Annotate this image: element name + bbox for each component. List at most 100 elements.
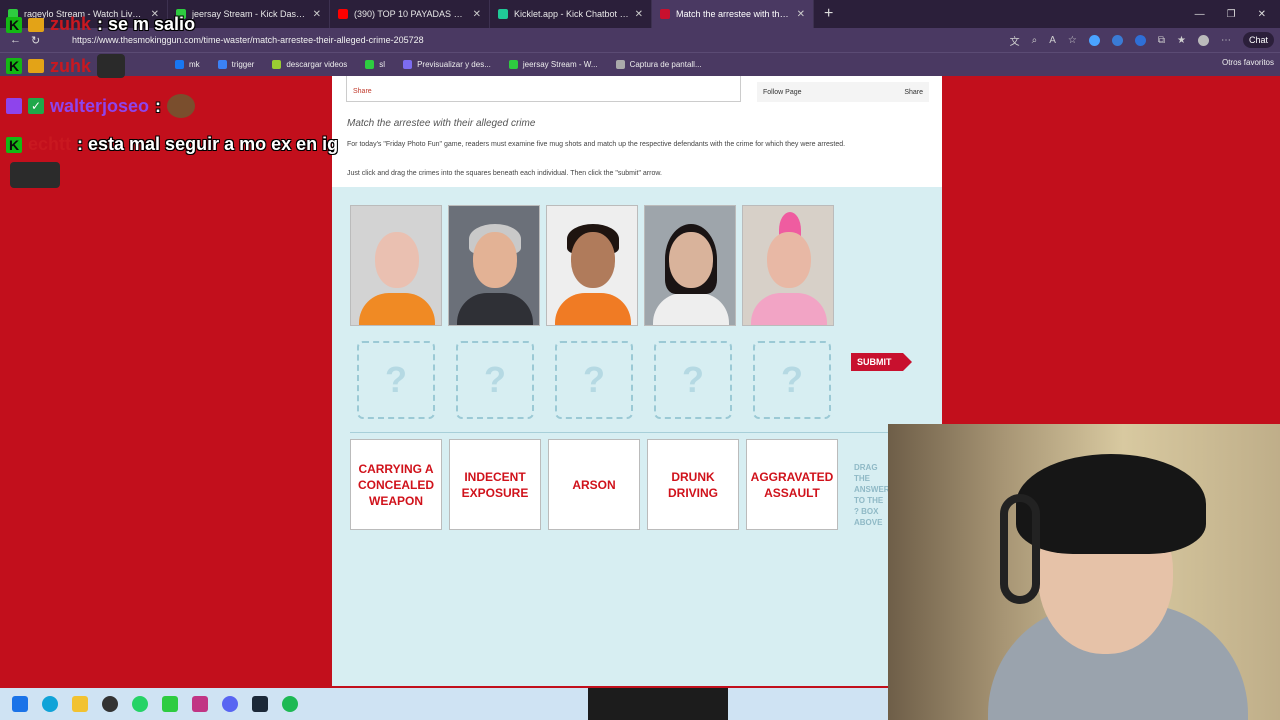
more-menu-icon[interactable]: ⋯ [1221, 35, 1231, 46]
chat-message-2: K zuhk [6, 54, 126, 78]
answer-dropbox-4[interactable]: ? [654, 341, 732, 419]
kick-icon[interactable] [162, 696, 178, 712]
maximize-icon[interactable]: ❐ [1227, 9, 1236, 20]
minimize-icon[interactable]: — [1195, 9, 1205, 20]
bookmark-previsualizar[interactable]: Previsualizar y des... [403, 60, 491, 69]
bookmark-mk[interactable]: mk [175, 60, 200, 69]
mugshot-4 [644, 205, 736, 326]
app-icon[interactable] [192, 696, 208, 712]
bookmark-label: Captura de pantall... [629, 60, 702, 69]
chat-message-1: K zuhk : se m salio [6, 14, 195, 35]
chat-username: zuhk [50, 14, 92, 34]
bookmark-sl[interactable]: sl [365, 60, 385, 69]
bookmark-jeersay-stream[interactable]: jeersay Stream - W... [508, 60, 598, 69]
read-aloud-icon[interactable]: A [1049, 35, 1056, 46]
extension-icon[interactable] [1088, 34, 1100, 46]
bookmark-label: jeersay Stream - W... [522, 60, 598, 69]
tab-youtube[interactable]: (390) TOP 10 PAYADAS DE KANYE ✕ [330, 0, 490, 28]
nav-buttons: ← ↻ [0, 34, 60, 47]
profile-avatar[interactable] [1197, 34, 1209, 46]
extension-icon[interactable] [1134, 34, 1146, 46]
tab-kicklet[interactable]: Kicklet.app - Kick Chatbot and Ov ✕ [490, 0, 652, 28]
tab-title: jeersay Stream - Kick Dashboard [192, 9, 307, 19]
spotify-icon[interactable] [282, 696, 298, 712]
crime-card-indecent-exposure[interactable]: INDECENT EXPOSURE [449, 439, 541, 530]
bookmark-label: mk [189, 60, 200, 69]
windows-start-icon[interactable] [12, 696, 28, 712]
close-tab-icon[interactable]: ✕ [797, 9, 805, 20]
tab-title: (390) TOP 10 PAYADAS DE KANYE [354, 9, 467, 19]
crown-badge-icon [28, 17, 44, 32]
url-field[interactable]: https://www.thesmokinggun.com/time-waste… [72, 35, 424, 45]
discord-icon[interactable] [222, 696, 238, 712]
chat-text: : [155, 95, 162, 116]
obs-icon[interactable] [102, 696, 118, 712]
edge-icon[interactable] [42, 696, 58, 712]
twitch-badge-icon [6, 98, 22, 114]
close-tab-icon[interactable]: ✕ [635, 9, 643, 20]
close-window-icon[interactable]: ✕ [1258, 9, 1266, 20]
toolbar-icons: 文 ⌕ A ☆ ⧉ ★ ⋯ Chat [1010, 32, 1280, 48]
answer-dropbox-5[interactable]: ? [753, 341, 831, 419]
translate-icon[interactable]: 文 [1010, 33, 1020, 48]
drag-hint: DRAG THE ANSWERS TO THE ? BOX ABOVE [854, 463, 895, 527]
tab-smoking-gun[interactable]: Match the arrestee with their alleg ✕ [652, 0, 814, 28]
copilot-chat-button[interactable]: Chat [1242, 32, 1274, 48]
bookmark-captura[interactable]: Captura de pantall... [615, 60, 702, 69]
favorite-star-icon[interactable]: ☆ [1068, 35, 1077, 46]
game-intro: For today's "Friday Photo Fun" game, rea… [347, 141, 846, 148]
new-tab-button[interactable]: + [814, 5, 843, 23]
answer-dropbox-2[interactable]: ? [456, 341, 534, 419]
crime-card-concealed-weapon[interactable]: CARRYING A CONCEALED WEAPON [350, 439, 442, 530]
chat-message-4: K echtt : esta mal seguir a mo ex en ig [6, 134, 338, 155]
crime-card-arson[interactable]: ARSON [548, 439, 640, 530]
follow-page-button[interactable]: Follow Page [763, 89, 802, 96]
favorites-icon[interactable]: ★ [1177, 35, 1186, 46]
steam-icon[interactable] [252, 696, 268, 712]
crime-card-aggravated-assault[interactable]: AGGRAVATED ASSAULT [746, 439, 838, 530]
webcam-feed [888, 424, 1280, 720]
youtube-icon [338, 9, 348, 19]
chat-text: : esta mal seguir a mo ex en ig [77, 134, 339, 154]
kick-badge-icon: K [6, 136, 22, 153]
emote-image [10, 162, 60, 188]
close-tab-icon[interactable]: ✕ [313, 9, 321, 20]
extension-icon[interactable] [1111, 34, 1123, 46]
back-icon[interactable]: ← [10, 34, 21, 47]
chat-username: walterjoseo [50, 95, 150, 116]
emote-image [167, 94, 196, 118]
download-icon [272, 60, 282, 69]
game-instructions: Just click and drag the crimes into the … [347, 170, 662, 177]
window-controls: — ❐ ✕ [1195, 9, 1280, 20]
taskbar-overlay [588, 688, 728, 720]
facebook-icon [175, 60, 184, 69]
crime-card-drunk-driving[interactable]: DRUNK DRIVING [647, 439, 739, 530]
mugshot-2 [448, 205, 540, 326]
submit-button[interactable]: SUBMIT [851, 353, 912, 371]
extensions-puzzle-icon[interactable]: ⧉ [1158, 35, 1165, 46]
chat-message-3: ✓ walterjoseo : [6, 94, 196, 118]
other-favorites[interactable]: Otros favoritos [1222, 58, 1274, 67]
question-mark: ? [583, 359, 605, 400]
chat-text: : se m salio [97, 14, 196, 34]
social-share-box: Share [346, 76, 741, 102]
crown-badge-icon [28, 59, 44, 73]
close-tab-icon[interactable]: ✕ [473, 9, 481, 20]
fb-share-button[interactable]: Share [904, 89, 923, 96]
whatsapp-icon[interactable] [132, 696, 148, 712]
zoom-icon[interactable]: ⌕ [1032, 35, 1038, 46]
answer-dropbox-3[interactable]: ? [555, 341, 633, 419]
file-explorer-icon[interactable] [72, 696, 88, 712]
bookmark-descargar-videos[interactable]: descargar videos [272, 60, 347, 69]
smoking-gun-icon [660, 9, 670, 19]
refresh-icon[interactable]: ↻ [31, 34, 40, 47]
share-link[interactable]: Share [353, 88, 372, 95]
chat-username: zuhk [50, 55, 92, 76]
bookmark-trigger[interactable]: trigger [217, 60, 254, 69]
mugshot-3 [546, 205, 638, 326]
game-heading: Match the arrestee with their alleged cr… [347, 118, 536, 129]
pen-icon [615, 60, 625, 69]
bookmark-label: sl [379, 60, 386, 69]
answer-dropbox-1[interactable]: ? [357, 341, 435, 419]
question-mark: ? [682, 359, 704, 400]
